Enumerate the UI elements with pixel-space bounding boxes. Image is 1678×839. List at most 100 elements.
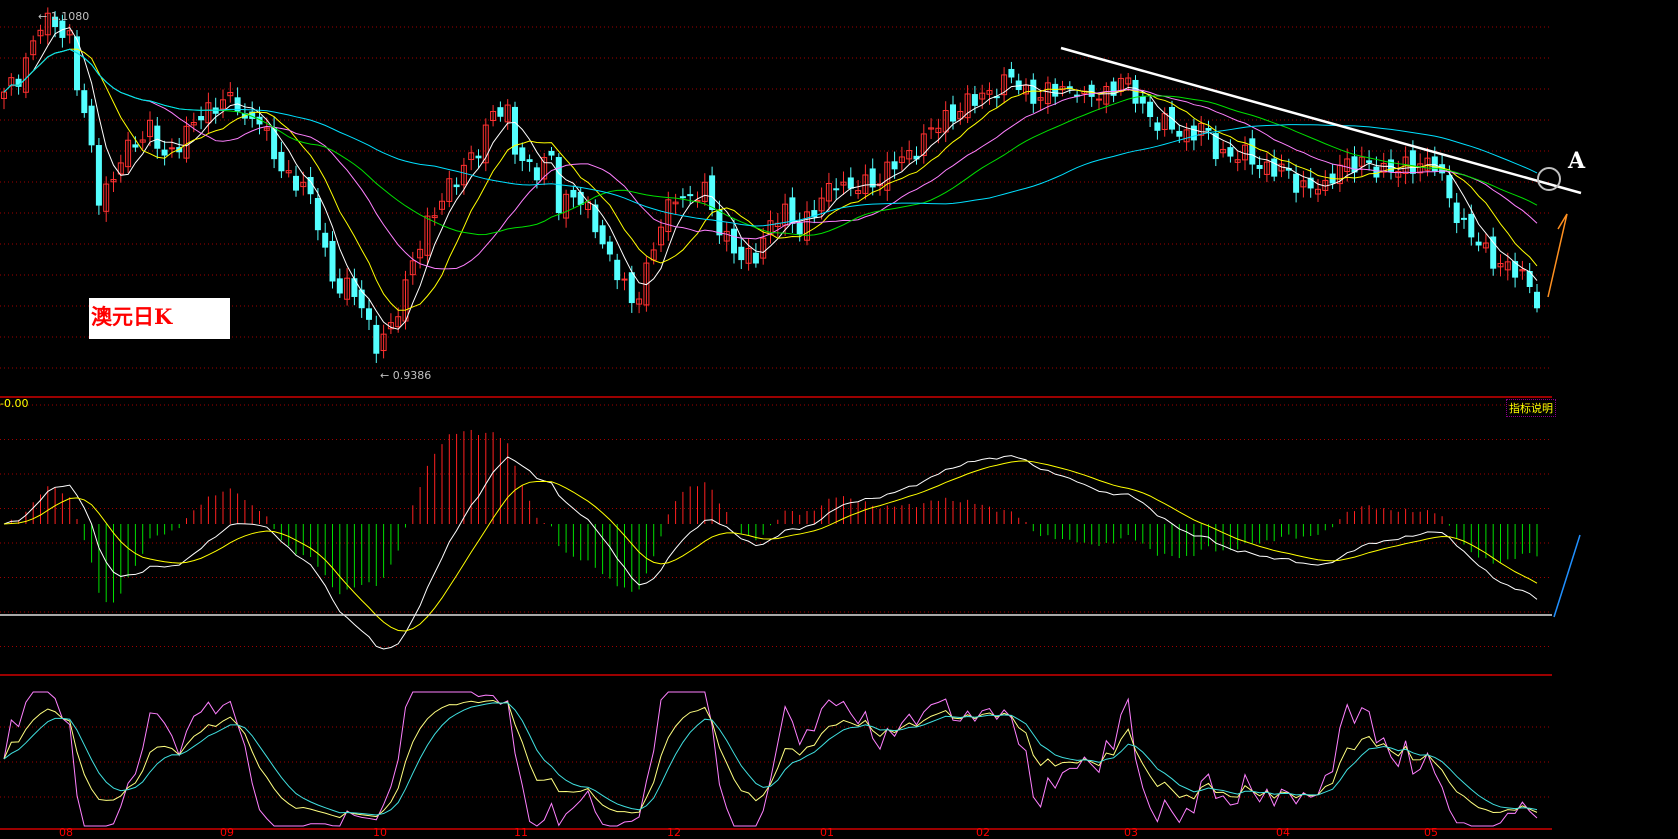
candle-down — [366, 308, 372, 320]
candle-down — [1271, 158, 1278, 177]
candle-down — [599, 225, 606, 245]
blue-arrow-line — [1553, 534, 1581, 618]
candle-down — [95, 145, 102, 206]
annotation-a: A — [1568, 148, 1586, 174]
candle-down — [716, 209, 723, 236]
candle-down — [329, 240, 336, 282]
ma10-line — [3, 48, 1538, 311]
candle-down — [679, 196, 686, 199]
candle-down — [1249, 138, 1256, 165]
candle-down — [81, 90, 88, 114]
candle-down — [1409, 150, 1416, 174]
candle-down — [1052, 83, 1059, 97]
candle-down — [526, 159, 533, 162]
candle-down — [453, 184, 460, 188]
candle-down — [1205, 127, 1212, 131]
candle-down — [738, 246, 745, 261]
candle-down — [606, 241, 613, 255]
candle-down — [709, 175, 716, 210]
candle-down — [614, 259, 621, 281]
candle-down — [1468, 213, 1475, 238]
candle-down — [1534, 291, 1540, 309]
candle-down — [322, 232, 329, 248]
ma60-line — [3, 48, 1538, 227]
month-label: 04 — [1276, 826, 1290, 839]
candle-down — [519, 147, 526, 161]
candle-down — [833, 188, 840, 191]
candle-down — [1176, 130, 1183, 137]
high-price-label: ← 1.1080 — [38, 10, 90, 23]
ma5-line — [3, 27, 1538, 330]
candle-down — [314, 197, 321, 231]
month-label: 08 — [59, 826, 73, 839]
ma30-line — [3, 48, 1538, 236]
month-label: 10 — [373, 826, 387, 839]
candle-down — [1154, 122, 1161, 131]
candle-down — [891, 161, 898, 170]
candle-down — [198, 116, 205, 121]
low-price-value: 0.9386 — [392, 369, 432, 382]
candle-down — [1147, 101, 1154, 118]
month-label: 12 — [667, 826, 681, 839]
macd-dea-line — [3, 460, 1538, 632]
candle-down — [512, 106, 518, 155]
month-label: 03 — [1124, 826, 1138, 839]
kdj-d-line — [3, 702, 1538, 816]
candle-down — [1139, 96, 1146, 104]
candle-up — [621, 278, 628, 281]
candle-down — [132, 144, 139, 148]
candle-down — [796, 222, 803, 235]
candle-down — [789, 197, 796, 224]
candle-down — [1453, 202, 1460, 224]
candle-down — [161, 149, 168, 156]
high-price-value: 1.1080 — [50, 10, 90, 23]
month-label: 02 — [976, 826, 990, 839]
month-label: 05 — [1424, 826, 1438, 839]
candle-up — [1096, 98, 1102, 101]
candle-down — [1008, 68, 1015, 78]
candle-down — [278, 151, 285, 172]
month-label: 11 — [514, 826, 528, 839]
candle-down — [1256, 164, 1263, 169]
candle-down — [293, 175, 299, 191]
candle-down — [1373, 166, 1380, 178]
candle-down — [533, 167, 540, 181]
chart-title: 澳元日K — [91, 304, 173, 329]
month-label: 01 — [820, 826, 834, 839]
chart-title-box: 澳元日K — [89, 298, 230, 339]
candle-up — [168, 147, 175, 150]
candle-down — [687, 194, 694, 197]
candle-down — [475, 155, 482, 159]
candle-down — [154, 125, 161, 149]
annotation-circle — [1537, 167, 1561, 191]
candle-down — [1475, 241, 1482, 246]
candle-down — [1227, 147, 1234, 157]
macd-dif-line — [3, 455, 1538, 650]
candle-down — [570, 189, 577, 198]
candle-down — [731, 228, 737, 254]
indicator-help-button[interactable]: 指标说明 — [1506, 399, 1556, 417]
trend-line — [1060, 46, 1582, 195]
candle-down — [752, 252, 759, 264]
candle-down — [1293, 173, 1300, 193]
low-price-label: ← 0.9386 — [380, 369, 432, 382]
candle-down — [1366, 160, 1373, 163]
candle-down — [847, 177, 854, 189]
month-label: 09 — [220, 826, 234, 839]
kdj-k-line — [3, 699, 1538, 819]
candle-down — [1446, 175, 1453, 199]
candle-down — [548, 150, 555, 156]
macd-value-label: -0.00 — [0, 397, 29, 410]
candle-down — [1190, 125, 1197, 141]
candle-down — [1461, 217, 1467, 220]
candle-down — [950, 104, 956, 122]
candle-down — [88, 105, 95, 146]
candlestick-chart — [0, 7, 1582, 830]
candle-down — [336, 278, 343, 294]
candle-down — [628, 272, 635, 304]
candle-down — [373, 324, 380, 354]
candle-down — [1088, 84, 1095, 97]
orange-arrow-line — [1547, 213, 1568, 298]
candle-down — [497, 107, 504, 117]
kdj-j-line — [3, 691, 1538, 827]
